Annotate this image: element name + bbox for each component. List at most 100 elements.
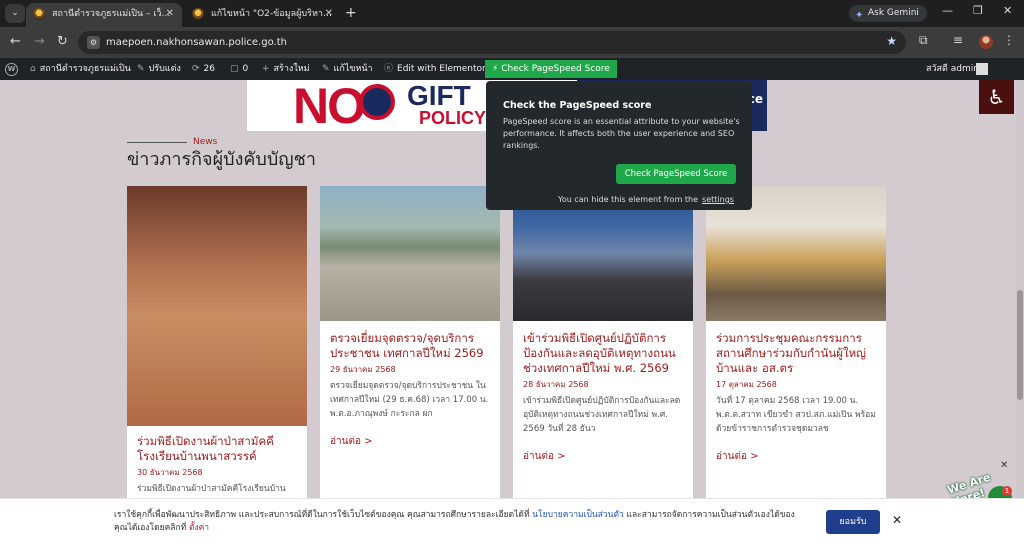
accessibility-button[interactable]: ♿ bbox=[979, 80, 1014, 114]
reload-icon[interactable]: ↻ bbox=[57, 34, 68, 49]
news-card-2[interactable]: ตรวจเยี่ยมจุดตรวจ/จุดบริการประชาชน เทศกา… bbox=[320, 186, 500, 506]
read-more-link[interactable]: อ่านต่อ > bbox=[330, 435, 492, 448]
pagespeed-settings-link[interactable]: settings bbox=[702, 195, 734, 204]
admin-edit-elementor-label: Edit with Elementor bbox=[397, 64, 486, 74]
updates-icon: ⟳ bbox=[192, 64, 200, 74]
news-card-excerpt: เข้าร่วมพิธีเปิดศูนย์ปฏิบัติการป้องกันแล… bbox=[523, 396, 681, 434]
admin-check-pagespeed[interactable]: ⚡ Check PageSpeed Score bbox=[485, 60, 617, 78]
news-label: News bbox=[193, 137, 218, 147]
admin-updates[interactable]: ⟳ 26 bbox=[192, 58, 215, 80]
news-divider bbox=[127, 142, 187, 143]
news-card-date: 28 ธันวาคม 2568 bbox=[523, 380, 589, 389]
menu-icon[interactable]: ⋮ bbox=[1003, 33, 1015, 47]
admin-new-label: สร้างใหม่ bbox=[273, 64, 310, 74]
gift-prohibited-icon bbox=[359, 84, 395, 120]
address-bar-row: ← → ↻ ⚙ maepoen.nakhonsawan.police.go.th… bbox=[0, 27, 1024, 58]
admin-site-name-label: สถานีตำรวจภูธรแม่เปิน bbox=[39, 64, 131, 74]
admin-new[interactable]: + สร้างใหม่ bbox=[262, 58, 310, 80]
news-card-excerpt: วันที่ 17 ตุลาคม 2568 เวลา 19.00 น. พ.ต.… bbox=[716, 396, 876, 434]
back-icon[interactable]: ← bbox=[10, 34, 21, 49]
ask-gemini-button[interactable]: ✦ Ask Gemini bbox=[849, 5, 927, 22]
site-info-icon[interactable]: ⚙ bbox=[87, 36, 100, 49]
cookie-text: เราใช้คุกกี้เพื่อพัฒนาประสิทธิภาพ และประ… bbox=[114, 509, 804, 535]
scrollbar-thumb[interactable] bbox=[1017, 290, 1023, 400]
cookie-close-icon[interactable]: ✕ bbox=[892, 513, 902, 527]
dashboard-icon: ⌂ bbox=[30, 64, 36, 74]
tab-title: สถานีตำรวจภูธรแม่เปิน – เว็บไซต์ข้อมูลข่… bbox=[52, 9, 174, 19]
gemini-spark-icon: ✦ bbox=[855, 10, 864, 21]
tab-title: แก้ไขหน้า "O2-ข้อมูลผู้บริหาร อัตรา" bbox=[211, 9, 333, 19]
url-text: maepoen.nakhonsawan.police.go.th bbox=[106, 37, 287, 48]
news-card-photo[interactable] bbox=[320, 186, 500, 321]
close-window-icon[interactable]: ✕ bbox=[1003, 4, 1012, 17]
admin-customize[interactable]: ✎ ปรับแต่ง bbox=[137, 58, 181, 80]
news-card-date: 17 ตุลาคม 2568 bbox=[716, 380, 777, 389]
news-card-title[interactable]: ร่วมการประชุมคณะกรรมการสถานศึกษาร่วมกับก… bbox=[716, 331, 878, 376]
admin-check-pagespeed-label: Check PageSpeed Score bbox=[501, 64, 610, 74]
browser-tab-1[interactable]: สถานีตำรวจภูธรแม่เปิน – เว็บไซต์ข้อมูลข่… bbox=[26, 3, 182, 27]
section-title: ข่าวภารกิจผู้บังคับบัญชา bbox=[127, 149, 316, 170]
cookie-accept-button[interactable]: ยอมรับ bbox=[826, 510, 880, 534]
close-tab-icon[interactable]: ✕ bbox=[325, 3, 333, 25]
pagespeed-hide-note: You can hide this element from the settin… bbox=[558, 195, 734, 204]
admin-comments-count: 0 bbox=[242, 64, 249, 74]
read-more-link[interactable]: อ่านต่อ > bbox=[716, 450, 878, 463]
check-pagespeed-button[interactable]: Check PageSpeed Score bbox=[616, 164, 736, 184]
comment-icon: ▢ bbox=[230, 64, 239, 74]
news-card-title[interactable]: ร่วมพิธีเปิดงานผ้าป่าสามัคคี โรงเรียนบ้า… bbox=[137, 434, 299, 464]
news-card-4[interactable]: ร่วมการประชุมคณะกรรมการสถานศึกษาร่วมกับก… bbox=[706, 186, 886, 506]
police-favicon-icon bbox=[33, 8, 45, 20]
media-icon[interactable]: ≡ bbox=[953, 33, 963, 47]
read-more-link[interactable]: อ่านต่อ > bbox=[523, 450, 685, 463]
news-card-1[interactable]: ร่วมพิธีเปิดงานผ้าป่าสามัคคี โรงเรียนบ้า… bbox=[127, 186, 307, 506]
close-tab-icon[interactable]: ✕ bbox=[166, 3, 174, 25]
maximize-icon[interactable]: ❐ bbox=[973, 4, 983, 17]
pagespeed-popup-body: PageSpeed score is an essential attribut… bbox=[503, 117, 740, 150]
admin-comments[interactable]: ▢ 0 bbox=[230, 58, 248, 80]
ask-gemini-label: Ask Gemini bbox=[868, 8, 919, 18]
cookie-consent-bar: เราใช้คุกกี้เพื่อพัฒนาประสิทธิภาพ และประ… bbox=[0, 498, 1024, 544]
pagespeed-popup-title: Check the PageSpeed score bbox=[503, 100, 652, 111]
news-card-excerpt: ตรวจเยี่ยมจุดตรวจ/จุดบริการประชาชน ในเทศ… bbox=[330, 381, 489, 419]
admin-site-name[interactable]: ⌂ สถานีตำรวจภูธรแม่เปิน bbox=[30, 58, 131, 80]
news-eyebrow: News bbox=[127, 136, 327, 148]
new-tab-button[interactable]: + bbox=[345, 3, 357, 23]
news-card-title[interactable]: เข้าร่วมพิธีเปิดศูนย์ปฏิบัติการป้องกันแล… bbox=[523, 331, 685, 376]
news-card-title[interactable]: ตรวจเยี่ยมจุดตรวจ/จุดบริการประชาชน เทศกา… bbox=[330, 331, 492, 361]
cookie-settings-link[interactable]: ตั้งค่า bbox=[189, 523, 209, 533]
elementor-icon: ⓔ bbox=[384, 64, 394, 74]
banner-policy: POLICY bbox=[419, 108, 487, 128]
chat-notification-badge: 1 bbox=[1002, 486, 1012, 496]
admin-greeting[interactable]: สวัสดี admin bbox=[926, 58, 979, 80]
police-favicon-icon bbox=[192, 8, 204, 20]
minimize-icon[interactable]: — bbox=[942, 4, 953, 17]
news-card-3[interactable]: เข้าร่วมพิธีเปิดศูนย์ปฏิบัติการป้องกันแล… bbox=[513, 186, 693, 506]
wordpress-logo-icon[interactable]: W bbox=[5, 63, 18, 76]
admin-edit-page-label: แก้ไขหน้า bbox=[333, 64, 373, 74]
admin-updates-count: 26 bbox=[203, 64, 215, 74]
url-bar[interactable]: ⚙ maepoen.nakhonsawan.police.go.th ★ bbox=[78, 31, 906, 54]
extensions-icon[interactable]: ⧉ bbox=[919, 33, 928, 48]
admin-edit-page[interactable]: ✎ แก้ไขหน้า bbox=[322, 58, 373, 80]
profile-avatar[interactable] bbox=[979, 35, 993, 49]
news-card-photo[interactable] bbox=[127, 186, 307, 426]
pagespeed-popup: Check the PageSpeed score PageSpeed scor… bbox=[486, 81, 752, 210]
news-card-date: 30 ธันวาคม 2568 bbox=[137, 468, 203, 477]
privacy-policy-link[interactable]: นโยบายความเป็นส่วนตัว bbox=[532, 510, 624, 520]
browser-tab-2[interactable]: แก้ไขหน้า "O2-ข้อมูลผู้บริหาร อัตรา" ✕ bbox=[185, 3, 341, 27]
lightning-icon: ⚡ bbox=[492, 64, 502, 74]
cookie-text-before: เราใช้คุกกี้เพื่อพัฒนาประสิทธิภาพ และประ… bbox=[114, 510, 530, 520]
admin-avatar[interactable] bbox=[976, 63, 988, 75]
forward-icon[interactable]: → bbox=[34, 34, 45, 49]
admin-edit-elementor[interactable]: ⓔ Edit with Elementor bbox=[384, 58, 486, 80]
banner-no: NO bbox=[293, 80, 366, 131]
admin-customize-label: ปรับแต่ง bbox=[148, 64, 181, 74]
news-card-date: 29 ธันวาคม 2568 bbox=[330, 365, 396, 374]
pagespeed-hide-text: You can hide this element from the bbox=[558, 195, 699, 204]
wp-admin-bar: W ⌂ สถานีตำรวจภูธรแม่เปิน ✎ ปรับแต่ง ⟳ 26 ▢… bbox=[0, 58, 1024, 80]
page-scrollbar[interactable] bbox=[1016, 80, 1024, 498]
news-card-excerpt: ร่วมพิธีเปิดงานผ้าป่าสามัคคีโรงเรียนบ้าน bbox=[137, 484, 286, 494]
bookmark-star-icon[interactable]: ★ bbox=[886, 34, 897, 48]
plus-icon: + bbox=[262, 64, 270, 74]
tab-search-button[interactable]: ⌄ bbox=[5, 4, 25, 23]
